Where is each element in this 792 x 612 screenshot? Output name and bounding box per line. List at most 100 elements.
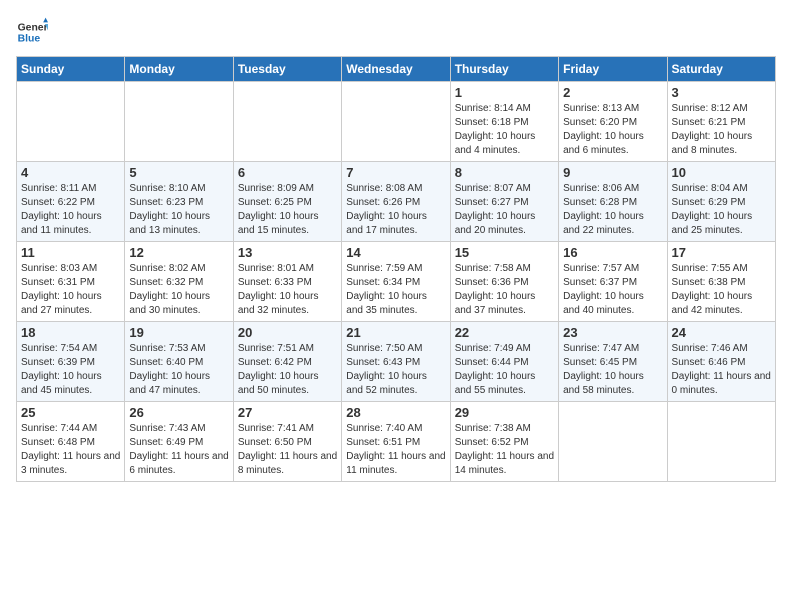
day-info: Sunrise: 8:14 AM Sunset: 6:18 PM Dayligh… (455, 102, 554, 158)
day-number: 29 (455, 405, 554, 420)
logo-icon: General Blue (16, 16, 48, 48)
calendar-day-cell: 2 Sunrise: 8:13 AM Sunset: 6:20 PM Daylig… (559, 82, 667, 162)
day-info: Sunrise: 8:03 AM Sunset: 6:31 PM Dayligh… (21, 262, 120, 318)
day-info: Sunrise: 8:13 AM Sunset: 6:20 PM Dayligh… (563, 102, 662, 158)
day-info: Sunrise: 7:54 AM Sunset: 6:39 PM Dayligh… (21, 342, 120, 398)
day-info: Sunrise: 7:53 AM Sunset: 6:40 PM Dayligh… (129, 342, 228, 398)
calendar-day-cell: 27Sunrise: 7:41 AM Sunset: 6:50 PM Dayli… (233, 402, 341, 482)
calendar-day-cell (233, 82, 341, 162)
day-number: 2 (563, 85, 662, 100)
day-info: Sunrise: 7:58 AM Sunset: 6:36 PM Dayligh… (455, 262, 554, 318)
calendar-day-cell: 21Sunrise: 7:50 AM Sunset: 6:43 PM Dayli… (342, 322, 450, 402)
calendar-day-cell: 14 Sunrise: 7:59 AM Sunset: 6:34 PM Dayli… (342, 242, 450, 322)
day-info: Sunrise: 8:01 AM Sunset: 6:33 PM Dayligh… (238, 262, 337, 318)
svg-text:General: General (18, 22, 48, 33)
day-number: 20 (238, 325, 337, 340)
calendar-day-cell (559, 402, 667, 482)
calendar-day-cell: 25 Sunrise: 7:44 AM Sunset: 6:48 PM Dayli… (17, 402, 125, 482)
calendar-week-row: 1 Sunrise: 8:14 AM Sunset: 6:18 PM Daylig… (17, 82, 776, 162)
calendar-day-cell: 11 Sunrise: 8:03 AM Sunset: 6:31 PM Dayli… (17, 242, 125, 322)
calendar-day-cell: 9Sunrise: 8:06 AM Sunset: 6:28 PM Daylig… (559, 162, 667, 242)
day-info: Sunrise: 8:07 AM Sunset: 6:27 PM Dayligh… (455, 182, 554, 238)
day-number: 13 (238, 245, 337, 260)
day-of-week-header: Monday (125, 57, 233, 82)
day-number: 21 (346, 325, 445, 340)
day-of-week-header: Friday (559, 57, 667, 82)
day-number: 4 (21, 165, 120, 180)
day-info: Sunrise: 7:47 AM Sunset: 6:45 PM Dayligh… (563, 342, 662, 398)
day-info: Sunrise: 8:12 AM Sunset: 6:21 PM Dayligh… (672, 102, 771, 158)
calendar-day-cell (342, 82, 450, 162)
calendar-day-cell: 17 Sunrise: 7:55 AM Sunset: 6:38 PM Dayli… (667, 242, 775, 322)
day-info: Sunrise: 8:04 AM Sunset: 6:29 PM Dayligh… (672, 182, 771, 238)
day-info: Sunrise: 7:44 AM Sunset: 6:48 PM Dayligh… (21, 422, 120, 478)
calendar-day-cell: 26 Sunrise: 7:43 AM Sunset: 6:49 PM Dayli… (125, 402, 233, 482)
calendar-day-cell: 7 Sunrise: 8:08 AM Sunset: 6:26 PM Daylig… (342, 162, 450, 242)
day-number: 25 (21, 405, 120, 420)
day-number: 10 (672, 165, 771, 180)
calendar-day-cell: 29 Sunrise: 7:38 AM Sunset: 6:52 PM Dayli… (450, 402, 558, 482)
day-of-week-header: Wednesday (342, 57, 450, 82)
calendar-day-cell: 6 Sunrise: 8:09 AM Sunset: 6:25 PM Daylig… (233, 162, 341, 242)
calendar-day-cell: 13 Sunrise: 8:01 AM Sunset: 6:33 PM Dayli… (233, 242, 341, 322)
day-number: 17 (672, 245, 771, 260)
day-of-week-header: Sunday (17, 57, 125, 82)
day-number: 1 (455, 85, 554, 100)
day-of-week-header: Saturday (667, 57, 775, 82)
calendar-day-cell: 16Sunrise: 7:57 AM Sunset: 6:37 PM Dayli… (559, 242, 667, 322)
calendar-day-cell: 19 Sunrise: 7:53 AM Sunset: 6:40 PM Dayli… (125, 322, 233, 402)
svg-text:Blue: Blue (18, 34, 41, 45)
day-of-week-header: Thursday (450, 57, 558, 82)
day-info: Sunrise: 7:38 AM Sunset: 6:52 PM Dayligh… (455, 422, 554, 478)
day-number: 16 (563, 245, 662, 260)
calendar-week-row: 25 Sunrise: 7:44 AM Sunset: 6:48 PM Dayli… (17, 402, 776, 482)
calendar-day-cell: 1 Sunrise: 8:14 AM Sunset: 6:18 PM Daylig… (450, 82, 558, 162)
day-number: 5 (129, 165, 228, 180)
calendar-day-cell: 15 Sunrise: 7:58 AM Sunset: 6:36 PM Dayli… (450, 242, 558, 322)
day-number: 22 (455, 325, 554, 340)
calendar-day-cell: 3 Sunrise: 8:12 AM Sunset: 6:21 PM Daylig… (667, 82, 775, 162)
calendar-day-cell: 4 Sunrise: 8:11 AM Sunset: 6:22 PM Daylig… (17, 162, 125, 242)
calendar-day-cell (667, 402, 775, 482)
day-info: Sunrise: 7:55 AM Sunset: 6:38 PM Dayligh… (672, 262, 771, 318)
day-info: Sunrise: 7:41 AM Sunset: 6:50 PM Dayligh… (238, 422, 337, 478)
day-number: 23 (563, 325, 662, 340)
day-number: 8 (455, 165, 554, 180)
day-number: 14 (346, 245, 445, 260)
calendar-day-cell: 5 Sunrise: 8:10 AM Sunset: 6:23 PM Daylig… (125, 162, 233, 242)
day-info: Sunrise: 8:10 AM Sunset: 6:23 PM Dayligh… (129, 182, 228, 238)
day-info: Sunrise: 8:11 AM Sunset: 6:22 PM Dayligh… (21, 182, 120, 238)
calendar-day-cell: 23 Sunrise: 7:47 AM Sunset: 6:45 PM Dayli… (559, 322, 667, 402)
calendar-header-row: SundayMondayTuesdayWednesdayThursdayFrid… (17, 57, 776, 82)
calendar-day-cell: 24 Sunrise: 7:46 AM Sunset: 6:46 PM Dayli… (667, 322, 775, 402)
day-info: Sunrise: 8:06 AM Sunset: 6:28 PM Dayligh… (563, 182, 662, 238)
logo: General Blue (16, 16, 48, 48)
day-info: Sunrise: 7:51 AM Sunset: 6:42 PM Dayligh… (238, 342, 337, 398)
calendar-day-cell (17, 82, 125, 162)
day-number: 12 (129, 245, 228, 260)
calendar-day-cell: 8 Sunrise: 8:07 AM Sunset: 6:27 PM Daylig… (450, 162, 558, 242)
calendar-week-row: 11 Sunrise: 8:03 AM Sunset: 6:31 PM Dayli… (17, 242, 776, 322)
day-info: Sunrise: 7:46 AM Sunset: 6:46 PM Dayligh… (672, 342, 771, 398)
day-number: 6 (238, 165, 337, 180)
calendar-day-cell (125, 82, 233, 162)
day-number: 15 (455, 245, 554, 260)
page-header: General Blue (16, 16, 776, 48)
day-number: 7 (346, 165, 445, 180)
day-number: 3 (672, 85, 771, 100)
day-of-week-header: Tuesday (233, 57, 341, 82)
day-info: Sunrise: 7:59 AM Sunset: 6:34 PM Dayligh… (346, 262, 445, 318)
day-info: Sunrise: 7:40 AM Sunset: 6:51 PM Dayligh… (346, 422, 445, 478)
calendar-day-cell: 22Sunrise: 7:49 AM Sunset: 6:44 PM Dayli… (450, 322, 558, 402)
day-number: 28 (346, 405, 445, 420)
day-number: 19 (129, 325, 228, 340)
calendar-table: SundayMondayTuesdayWednesdayThursdayFrid… (16, 56, 776, 482)
day-number: 11 (21, 245, 120, 260)
day-info: Sunrise: 8:08 AM Sunset: 6:26 PM Dayligh… (346, 182, 445, 238)
day-info: Sunrise: 7:43 AM Sunset: 6:49 PM Dayligh… (129, 422, 228, 478)
calendar-week-row: 18Sunrise: 7:54 AM Sunset: 6:39 PM Dayli… (17, 322, 776, 402)
day-number: 26 (129, 405, 228, 420)
day-number: 24 (672, 325, 771, 340)
day-info: Sunrise: 8:09 AM Sunset: 6:25 PM Dayligh… (238, 182, 337, 238)
calendar-day-cell: 10 Sunrise: 8:04 AM Sunset: 6:29 PM Dayli… (667, 162, 775, 242)
